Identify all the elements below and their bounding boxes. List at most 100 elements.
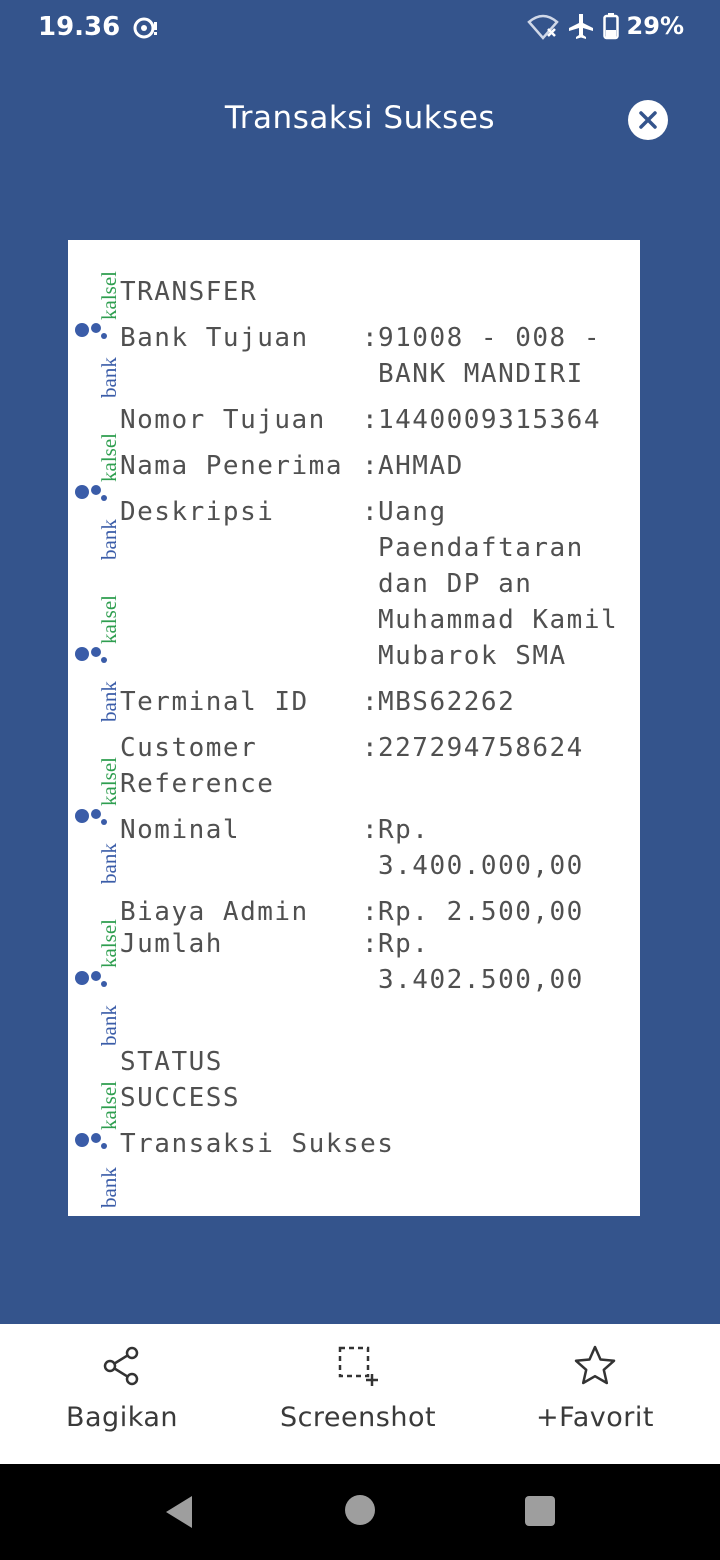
status-time: 19.36 xyxy=(38,12,121,42)
watermark-bank-text: bank xyxy=(97,519,121,560)
value-line: BANK MANDIRI xyxy=(378,359,584,389)
watermark-bank-text: bank xyxy=(97,1005,121,1046)
notification-icon xyxy=(133,17,157,39)
receipt-row-deskripsi: Deskripsi : Uang Paendaftaran dan DP an … xyxy=(120,494,630,674)
receipt-content: TRANSFER Bank Tujuan : 91008 - 008 - BAN… xyxy=(120,274,630,1162)
watermark-kalsel-text: kalsel xyxy=(97,919,121,968)
screenshot-button[interactable]: Screenshot xyxy=(268,1324,448,1464)
receipt-row-nomor-tujuan: Nomor Tujuan : 1440009315364 xyxy=(120,402,630,438)
row-colon: : xyxy=(362,497,380,527)
battery-percentage: 29% xyxy=(626,12,684,40)
receipt-row-jumlah: Jumlah : Rp. 3.402.500,00 xyxy=(120,926,630,998)
watermark-dots xyxy=(75,323,107,339)
row-value: 91008 - 008 - BANK MANDIRI xyxy=(378,320,630,392)
watermark-kalsel-text: kalsel xyxy=(97,1081,121,1130)
value-line: Rp. 2.500,00 xyxy=(378,897,584,927)
screenshot-label: Screenshot xyxy=(279,1402,437,1433)
row-label: Jumlah xyxy=(120,929,223,959)
label-line: Reference xyxy=(120,769,275,799)
share-icon xyxy=(103,1346,139,1386)
status-title: STATUS xyxy=(120,1047,223,1077)
row-colon: : xyxy=(362,733,380,763)
watermark-kalsel-text: kalsel xyxy=(97,433,121,482)
value-line: 227294758624 xyxy=(378,733,584,763)
status-icons: 29% xyxy=(526,12,684,40)
watermark-kalsel-text: kalsel xyxy=(97,271,121,320)
row-label: Deskripsi xyxy=(120,497,275,527)
home-button[interactable] xyxy=(345,1495,375,1525)
row-colon: : xyxy=(362,687,380,717)
value-line: 3.400.000,00 xyxy=(378,851,584,881)
row-colon: : xyxy=(362,929,380,959)
row-value: Rp. 3.400.000,00 xyxy=(378,812,630,884)
receipt-row-bank-tujuan: Bank Tujuan : 91008 - 008 - BANK MANDIRI xyxy=(120,320,630,392)
status-value: SUCCESS xyxy=(120,1083,241,1113)
value-line: AHMAD xyxy=(378,451,464,481)
row-label: Nama Penerima xyxy=(120,451,343,481)
screenshot-icon xyxy=(338,1346,378,1386)
receipt-row-terminal-id: Terminal ID : MBS62262 xyxy=(120,684,630,720)
share-label: Bagikan xyxy=(65,1402,179,1433)
receipt-card: bank kalsel bank kalsel bank kalsel bank kalsel… xyxy=(68,240,640,1216)
watermark-bank-text: bank xyxy=(97,681,121,722)
row-value: MBS62262 xyxy=(378,684,630,720)
wifi-off-icon xyxy=(526,14,559,40)
receipt-row-biaya-admin: Biaya Admin : Rp. 2.500,00 xyxy=(120,894,630,930)
airplane-icon xyxy=(568,14,593,39)
battery-icon xyxy=(602,13,619,40)
value-line: 91008 - 008 - xyxy=(378,323,601,353)
value-line: dan DP an xyxy=(378,569,533,599)
receipt-row-nama-penerima: Nama Penerima : AHMAD xyxy=(120,448,630,484)
row-label: Nomor Tujuan xyxy=(120,405,326,435)
watermark-dots xyxy=(75,1133,107,1149)
close-button[interactable] xyxy=(628,100,668,140)
watermark-bank-text: bank xyxy=(97,1167,121,1208)
status-message: Transaksi Sukses xyxy=(120,1129,395,1159)
row-label: Biaya Admin xyxy=(120,897,309,927)
value-line: Uang xyxy=(378,497,447,527)
receipt-row-nominal: Nominal : Rp. 3.400.000,00 xyxy=(120,812,630,884)
row-value: Uang Paendaftaran dan DP an Muhammad Kam… xyxy=(378,494,630,674)
favorite-button[interactable]: +Favorit xyxy=(520,1324,670,1464)
row-value: Rp. 3.402.500,00 xyxy=(378,926,630,998)
row-colon: : xyxy=(362,897,380,927)
row-colon: : xyxy=(362,323,380,353)
label-line: Customer xyxy=(120,733,258,763)
favorite-label: +Favorit xyxy=(536,1402,654,1433)
value-line: 1440009315364 xyxy=(378,405,601,435)
value-line: Paendaftaran xyxy=(378,533,584,563)
value-line: MBS62262 xyxy=(378,687,516,717)
row-colon: : xyxy=(362,815,380,845)
row-value: AHMAD xyxy=(378,448,630,484)
row-colon: : xyxy=(362,405,380,435)
receipt-row-customer-reference: Customer Reference : 227294758624 xyxy=(120,730,630,802)
row-label: Terminal ID xyxy=(120,687,309,717)
close-icon xyxy=(639,111,657,129)
row-label: Customer Reference xyxy=(120,730,362,802)
watermark-dots xyxy=(75,485,107,501)
watermark-dots xyxy=(75,971,107,987)
watermark-kalsel-text: kalsel xyxy=(97,757,121,806)
recents-button[interactable] xyxy=(525,1496,555,1526)
value-line: Mubarok SMA xyxy=(378,641,567,671)
back-icon[interactable] xyxy=(160,1488,200,1536)
row-label: Bank Tujuan xyxy=(120,323,309,353)
value-line: 3.402.500,00 xyxy=(378,965,584,995)
value-line: Rp. xyxy=(378,929,430,959)
row-colon: : xyxy=(362,451,380,481)
watermark-dots xyxy=(75,809,107,825)
share-button[interactable]: Bagikan xyxy=(42,1324,202,1464)
row-value: 227294758624 xyxy=(378,730,630,802)
watermark-dots xyxy=(75,647,107,663)
star-icon xyxy=(574,1345,616,1385)
page-title: Transaksi Sukses xyxy=(224,100,496,136)
row-value: 1440009315364 xyxy=(378,402,630,438)
status-bar: 19.36 29% xyxy=(0,0,720,56)
bottom-action-bar: Bagikan Screenshot +Favorit xyxy=(0,1324,720,1464)
receipt-section-title: TRANSFER xyxy=(120,277,258,307)
watermark-bank-text: bank xyxy=(97,357,121,398)
value-line: Rp. xyxy=(378,815,430,845)
row-label: Nominal xyxy=(120,815,241,845)
row-value: Rp. 2.500,00 xyxy=(378,894,630,930)
watermark-kalsel-text: kalsel xyxy=(97,595,121,644)
